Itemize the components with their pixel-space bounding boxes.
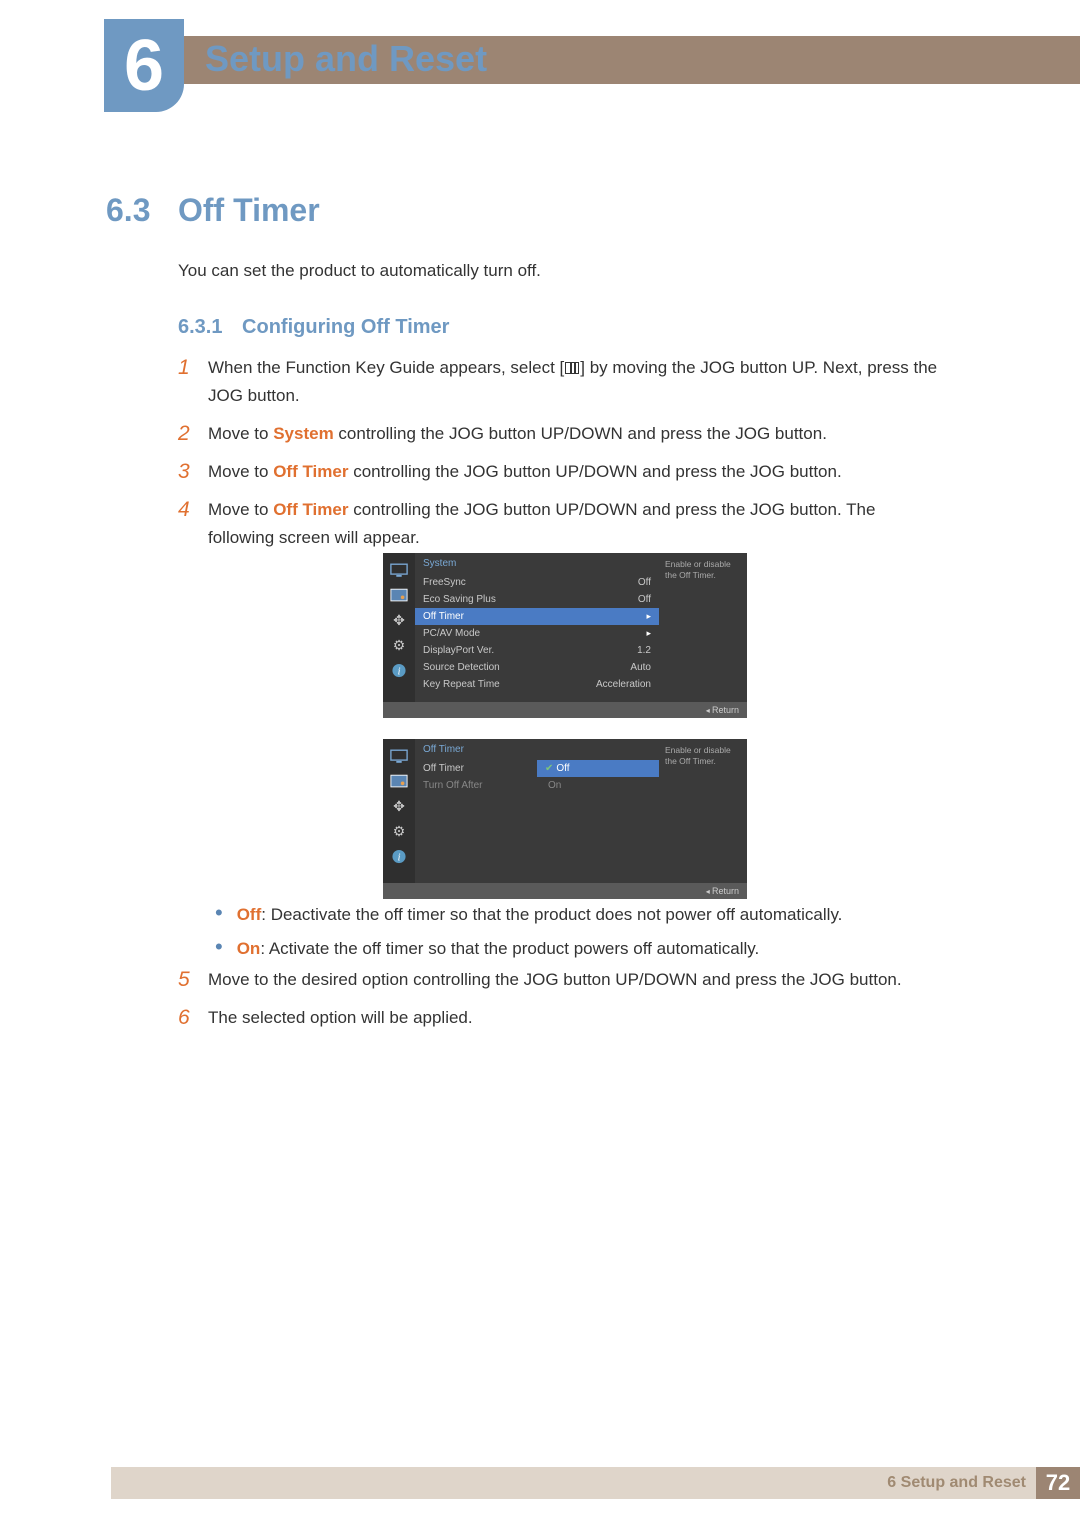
osd-help-text: Enable or disable the Off Timer. xyxy=(659,739,747,883)
chapter-number: 6 xyxy=(124,25,164,107)
osd-screenshot-system: ✥ ⚙ i System FreeSyncOff Eco Saving Plus… xyxy=(383,553,747,718)
arrows-icon: ✥ xyxy=(390,799,408,814)
step-1: 1 When the Function Key Guide appears, s… xyxy=(178,354,938,410)
steps-list: 1 When the Function Key Guide appears, s… xyxy=(178,354,938,562)
chapter-title: Setup and Reset xyxy=(205,38,487,80)
step-2: 2 Move to System controlling the JOG but… xyxy=(178,420,938,448)
subsection-heading: 6.3.1 Configuring Off Timer xyxy=(178,316,449,339)
osd-main: Off Timer Off Timer ✔Off Turn Off After … xyxy=(415,739,659,883)
step-4: 4 Move to Off Timer controlling the JOG … xyxy=(178,496,938,552)
footer-chapter-label: 6 Setup and Reset xyxy=(887,1474,1026,1492)
monitor-icon xyxy=(390,749,408,764)
bullet-dot-icon: • xyxy=(215,937,223,961)
check-icon: ✔ xyxy=(545,763,553,774)
step-text: When the Function Key Guide appears, sel… xyxy=(208,358,564,377)
info-icon: i xyxy=(390,663,408,678)
osd-sidebar: ✥ ⚙ i xyxy=(383,553,415,702)
footer-bar: 6 Setup and Reset 72 xyxy=(111,1467,1080,1499)
osd-header: System xyxy=(415,553,659,574)
osd-row-selected: Off Timer ✔Off xyxy=(415,760,659,777)
osd-row: Key Repeat TimeAcceleration xyxy=(415,676,659,693)
step-number: 5 xyxy=(178,966,208,994)
footer-page-number: 72 xyxy=(1036,1467,1080,1499)
osd-main: System FreeSyncOff Eco Saving PlusOff Of… xyxy=(415,553,659,702)
osd-return-bar: Return xyxy=(383,883,747,899)
gear-icon: ⚙ xyxy=(390,824,408,839)
step-number: 2 xyxy=(178,420,208,448)
osd-row: Eco Saving PlusOff xyxy=(415,591,659,608)
step-number: 6 xyxy=(178,1004,208,1032)
osd-header: Off Timer xyxy=(415,739,659,760)
bullet-off: • Off: Deactivate the off timer so that … xyxy=(215,903,945,927)
chapter-badge: 6 xyxy=(104,19,184,112)
monitor-icon xyxy=(390,563,408,578)
osd-row: DisplayPort Ver.1.2 xyxy=(415,642,659,659)
arrow-right-icon: ▸ xyxy=(646,611,651,622)
arrow-right-icon: ▸ xyxy=(646,628,651,639)
step-number: 3 xyxy=(178,458,208,486)
bullet-list: • Off: Deactivate the off timer so that … xyxy=(215,903,945,971)
step-3: 3 Move to Off Timer controlling the JOG … xyxy=(178,458,938,486)
steps-list-continued: 5 Move to the desired option controlling… xyxy=(178,966,938,1042)
osd-screenshot-offtimer: ✥ ⚙ i Off Timer Off Timer ✔Off Turn Off … xyxy=(383,739,747,899)
bullet-on: • On: Activate the off timer so that the… xyxy=(215,937,945,961)
arrows-icon: ✥ xyxy=(390,613,408,628)
subsection-number: 6.3.1 xyxy=(178,316,222,338)
picture-icon xyxy=(390,774,408,789)
osd-help-text: Enable or disable the Off Timer. xyxy=(659,553,747,702)
svg-text:i: i xyxy=(398,852,401,863)
osd-row: Turn Off After On xyxy=(415,777,659,794)
section-title: Off Timer xyxy=(178,192,320,229)
osd-row-selected: Off Timer▸ xyxy=(415,608,659,625)
osd-sidebar: ✥ ⚙ i xyxy=(383,739,415,883)
section-intro: You can set the product to automatically… xyxy=(178,261,541,281)
picture-icon xyxy=(390,588,408,603)
osd-row: PC/AV Mode▸ xyxy=(415,625,659,642)
step-5: 5 Move to the desired option controlling… xyxy=(178,966,938,994)
section-number: 6.3 xyxy=(106,192,150,229)
osd-row: FreeSyncOff xyxy=(415,574,659,591)
step-number: 4 xyxy=(178,496,208,552)
bullet-dot-icon: • xyxy=(215,903,223,927)
osd-return-bar: Return xyxy=(383,702,747,718)
gear-icon: ⚙ xyxy=(390,638,408,653)
subsection-title: Configuring Off Timer xyxy=(242,316,449,338)
menu-icon xyxy=(565,362,579,374)
step-6: 6 The selected option will be applied. xyxy=(178,1004,938,1032)
step-number: 1 xyxy=(178,354,208,410)
info-icon: i xyxy=(390,849,408,864)
osd-row: Source DetectionAuto xyxy=(415,659,659,676)
svg-text:i: i xyxy=(398,666,401,677)
